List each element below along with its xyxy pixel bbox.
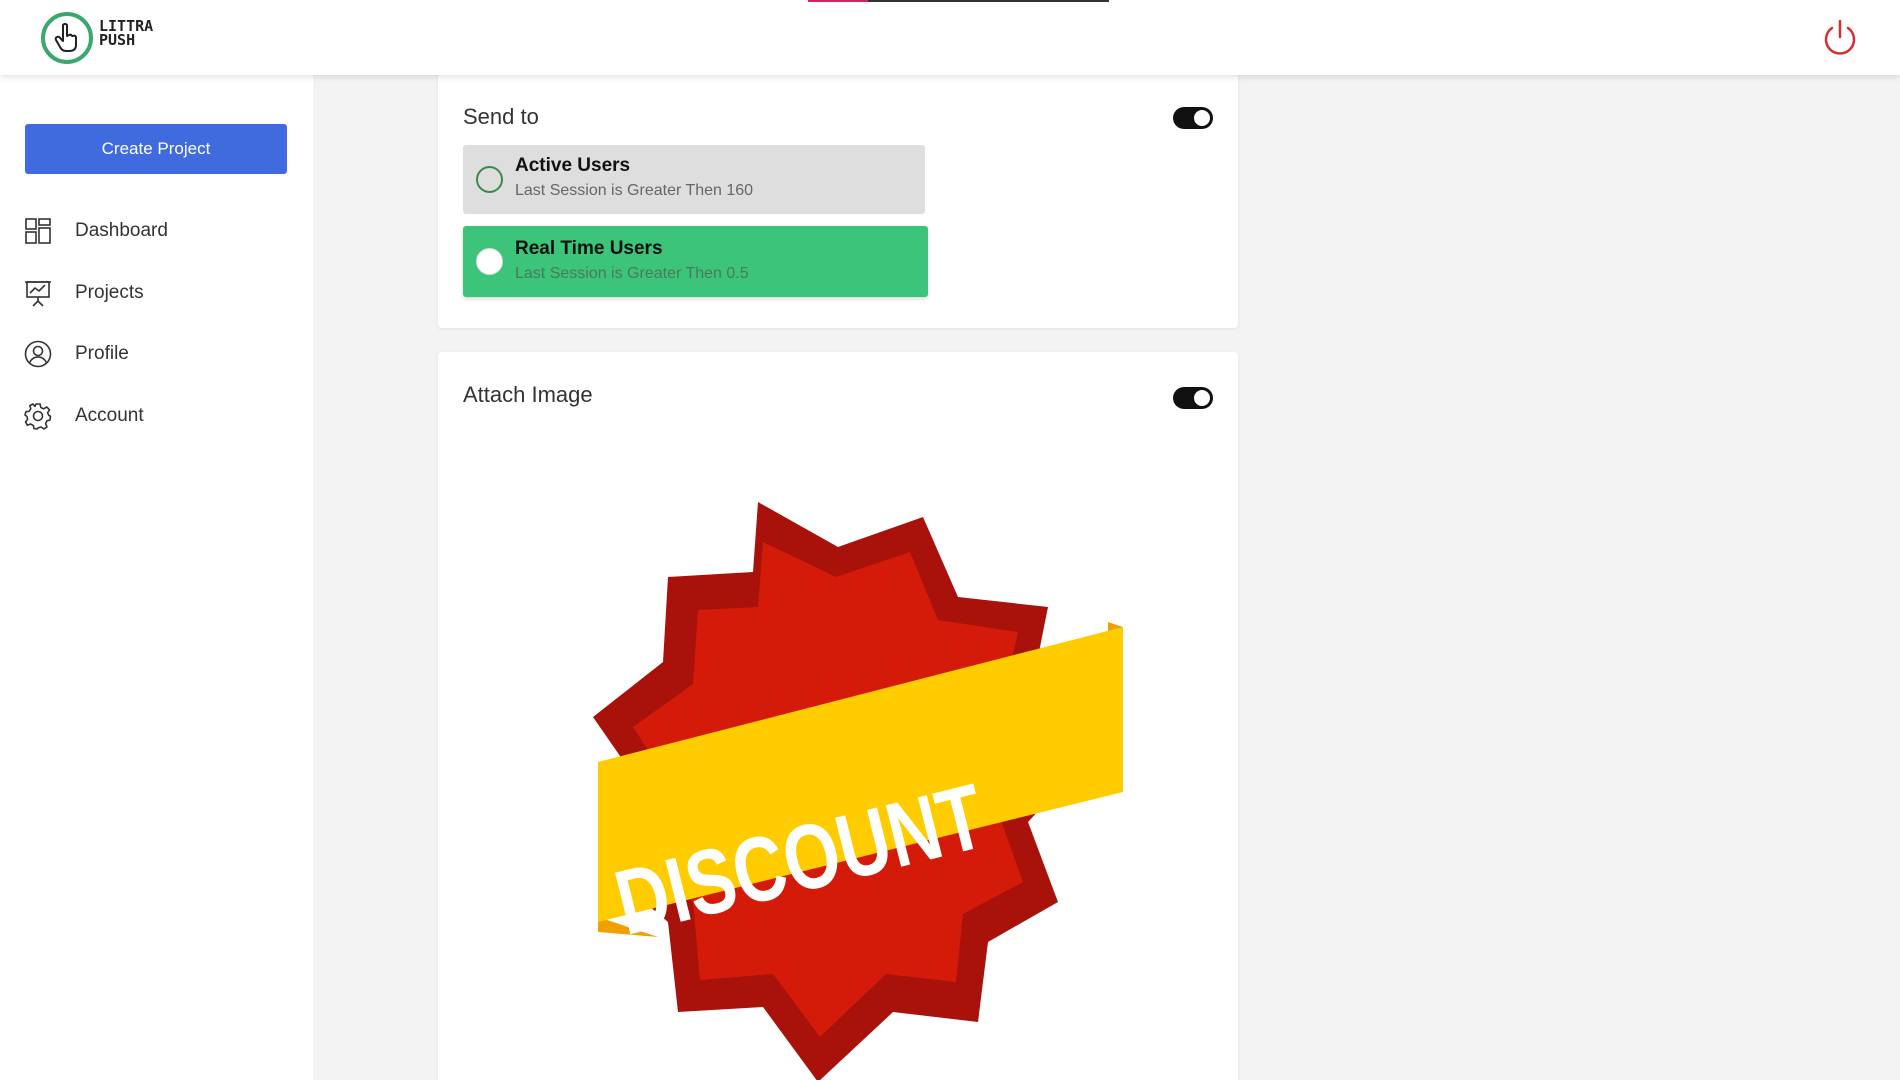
sidebar-item-label: Dashboard <box>75 220 168 241</box>
gear-icon <box>24 402 52 430</box>
sidebar: Create Project Dashboard Projects Profil… <box>0 75 313 1080</box>
user-circle-icon <box>24 340 52 368</box>
sidebar-item-label: Account <box>75 405 144 426</box>
sidebar-item-dashboard[interactable]: Dashboard <box>24 213 294 249</box>
option-title: Real Time Users <box>515 238 663 259</box>
sidebar-item-projects[interactable]: Projects <box>24 275 294 311</box>
attached-image: DISCOUNT <box>548 502 1148 1080</box>
presentation-icon <box>24 279 52 307</box>
option-real-time-users[interactable]: Real Time Users Last Session is Greater … <box>463 226 928 297</box>
sidebar-item-account[interactable]: Account <box>24 398 294 434</box>
sidebar-item-profile[interactable]: Profile <box>24 336 294 372</box>
toggle-knob <box>1192 388 1212 408</box>
option-title: Active Users <box>515 155 631 176</box>
radio-real-time-users[interactable] <box>476 248 503 275</box>
power-icon <box>1824 19 1856 55</box>
send-to-card: Send to Active Users Last Session is Gre… <box>438 70 1238 328</box>
send-to-toggle[interactable] <box>1173 107 1213 129</box>
top-header: LITTRA PUSH <box>0 0 1900 75</box>
option-subtitle: Last Session is Greater Then 0.5 <box>515 265 749 282</box>
logo-ring <box>41 12 93 64</box>
option-active-users[interactable]: Active Users Last Session is Greater The… <box>463 145 925 214</box>
create-project-button[interactable]: Create Project <box>25 124 287 174</box>
attach-image-toggle[interactable] <box>1173 387 1213 409</box>
top-progress-indicator <box>808 0 1109 2</box>
radio-active-users[interactable] <box>476 166 503 193</box>
send-to-title: Send to <box>463 104 539 129</box>
logo-line2: PUSH <box>99 31 136 49</box>
discount-badge-image: DISCOUNT <box>593 502 1123 1080</box>
sidebar-item-label: Projects <box>75 282 144 303</box>
logo-text: LITTRA PUSH <box>99 19 153 49</box>
app-logo[interactable]: LITTRA PUSH <box>41 10 171 66</box>
top-indicator-accent <box>808 0 868 2</box>
attach-image-card: Attach Image DISCOUNT <box>438 352 1238 1080</box>
attach-image-title: Attach Image <box>463 382 593 407</box>
logout-button[interactable] <box>1820 18 1860 58</box>
toggle-knob <box>1192 108 1212 128</box>
hand-pointer-icon <box>54 23 77 52</box>
option-subtitle: Last Session is Greater Then 160 <box>515 182 754 199</box>
dashboard-icon <box>24 217 52 245</box>
sidebar-item-label: Profile <box>75 343 129 364</box>
